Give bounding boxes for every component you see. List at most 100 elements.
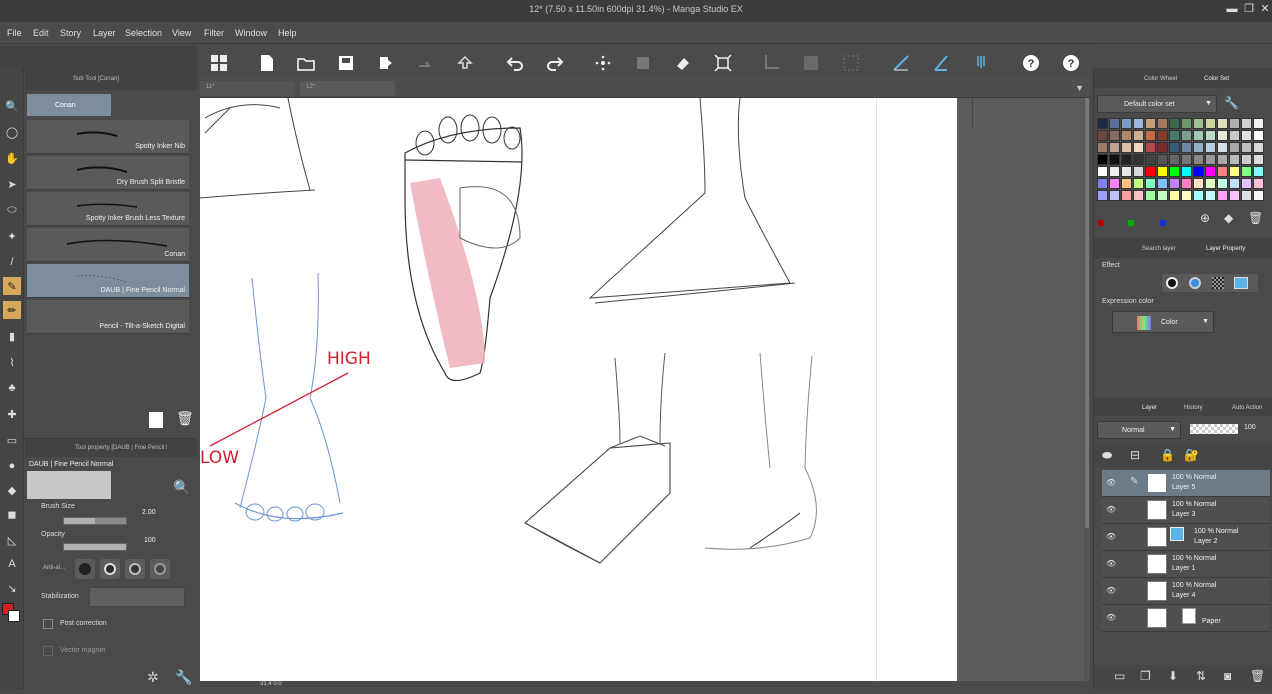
color-swatch[interactable] [1229, 130, 1240, 141]
wrench-icon[interactable]: 🔧 [1224, 96, 1239, 110]
export-icon[interactable] [375, 52, 397, 74]
decoration-icon[interactable]: ♣ [3, 379, 21, 397]
color-swatch[interactable] [1157, 118, 1168, 129]
tab-history[interactable]: History [1184, 405, 1203, 411]
brush-tool-icon[interactable]: ▮ [3, 327, 21, 345]
color-swatch[interactable] [1181, 154, 1192, 165]
subtool-group-tab[interactable]: Conan [27, 94, 111, 116]
color-swatch[interactable] [1109, 142, 1120, 153]
color-swatch[interactable] [1109, 130, 1120, 141]
color-swatch[interactable] [1157, 130, 1168, 141]
tab-color-set[interactable]: Color Set [1204, 76, 1229, 82]
sparkle-tool-icon[interactable]: ✚ [3, 405, 21, 423]
new-folder-icon[interactable]: ❐ [1140, 669, 1151, 683]
expression-color-select[interactable]: Color ▼ [1112, 311, 1214, 333]
color-swatch[interactable] [1145, 142, 1156, 153]
new-subtool-icon[interactable] [149, 412, 163, 428]
color-swatch[interactable] [1253, 154, 1264, 165]
chevron-down-icon[interactable]: ▼ [1075, 83, 1084, 93]
color-swatch[interactable] [1217, 130, 1228, 141]
color-swatch[interactable] [1205, 154, 1216, 165]
antialias-strong-button[interactable] [150, 559, 170, 579]
eye-icon[interactable]: 👁 [1106, 560, 1116, 568]
color-swatch[interactable] [1157, 178, 1168, 189]
color-swatch[interactable] [1205, 178, 1216, 189]
sparkle-icon[interactable] [592, 52, 614, 74]
color-swatch[interactable] [1241, 118, 1252, 129]
gradient-tool-icon[interactable]: ◼ [3, 505, 21, 523]
eraser-tool-icon[interactable]: ▭ [3, 431, 21, 449]
eye-icon[interactable]: 👁 [1106, 614, 1116, 622]
grid-icon[interactable] [208, 52, 230, 74]
clip-icon[interactable]: ⬬ [1102, 448, 1112, 463]
color-swatch[interactable] [1109, 166, 1120, 177]
color-swatch[interactable] [1109, 118, 1120, 129]
color-swatch[interactable] [1217, 154, 1228, 165]
swatch-marker-blue[interactable] [1160, 220, 1166, 226]
color-swatch[interactable] [1217, 190, 1228, 201]
delete-color-icon[interactable]: 🗑 [1248, 211, 1263, 225]
color-swatch[interactable] [1241, 190, 1252, 201]
subtool-item[interactable]: Pencil - Tilt-a-Sketch Digital [27, 300, 189, 334]
layer-row[interactable]: 👁 100 % Normal Layer 4 [1102, 578, 1270, 605]
color-swatch[interactable] [1229, 154, 1240, 165]
merge-down-icon[interactable]: ⬇ [1168, 669, 1178, 683]
color-swatch[interactable] [1121, 154, 1132, 165]
color-swatch[interactable] [1157, 154, 1168, 165]
reference-icon[interactable]: ⊟ [1130, 448, 1140, 462]
menu-edit[interactable]: Edit [33, 22, 49, 38]
color-swatch[interactable] [1109, 178, 1120, 189]
color-swatch[interactable] [1109, 154, 1120, 165]
eye-icon[interactable]: 👁 [1106, 533, 1116, 541]
color-swatch[interactable] [1217, 178, 1228, 189]
tab-search-layer[interactable]: Search layer [1142, 246, 1176, 252]
menu-layer[interactable]: Layer [93, 22, 116, 38]
text-tool-icon[interactable]: A [3, 555, 21, 573]
delete-subtool-icon[interactable]: 🗑 [176, 410, 194, 427]
color-swatch[interactable] [1109, 190, 1120, 201]
delete-layer-icon[interactable]: 🗑 [1250, 669, 1265, 683]
layer-row[interactable]: 👁 Paper [1102, 605, 1270, 632]
color-swatch[interactable] [1133, 118, 1144, 129]
color-swatch[interactable] [1133, 190, 1144, 201]
color-set-select[interactable]: Default color set ▼ [1097, 95, 1217, 113]
save-icon[interactable] [335, 52, 357, 74]
color-swatch[interactable] [1169, 178, 1180, 189]
perspective-icon[interactable] [930, 52, 952, 74]
layer-row[interactable]: 👁 ✎ 100 % Normal Layer 5 [1102, 470, 1270, 497]
eye-icon[interactable]: 👁 [1106, 587, 1116, 595]
color-swatch[interactable] [1145, 154, 1156, 165]
border-effect-icon[interactable] [1166, 277, 1178, 289]
scale-icon[interactable] [712, 52, 734, 74]
redo-icon[interactable] [544, 52, 566, 74]
undo-icon[interactable] [504, 52, 526, 74]
menu-window[interactable]: Window [235, 22, 267, 38]
search-icon[interactable]: 🔍 [173, 479, 190, 496]
lasso-tool-icon[interactable]: ⬭ [3, 201, 21, 219]
color-swatch[interactable] [1181, 190, 1192, 201]
color-swatch[interactable] [1181, 118, 1192, 129]
blend-tool-icon[interactable]: ◆ [3, 481, 21, 499]
antialias-mid-button[interactable] [125, 559, 145, 579]
upload-icon[interactable] [454, 52, 476, 74]
snap-icon[interactable] [970, 52, 992, 74]
color-swatch[interactable] [1241, 178, 1252, 189]
transfer-icon[interactable]: ⇅ [1196, 669, 1206, 683]
fill-tool-icon[interactable]: ● [3, 457, 21, 475]
restore-button[interactable]: ❐ [1242, 2, 1256, 16]
color-swatch[interactable] [1241, 130, 1252, 141]
color-swatch[interactable] [1145, 166, 1156, 177]
color-swatch[interactable] [1145, 118, 1156, 129]
color-swatch[interactable] [1229, 142, 1240, 153]
color-swatch[interactable] [1193, 118, 1204, 129]
hand-tool-icon[interactable]: ✋ [3, 149, 21, 167]
pencil-tool-icon[interactable]: ✏ [3, 301, 21, 319]
color-swatch[interactable] [1097, 142, 1108, 153]
color-swatch[interactable] [1181, 142, 1192, 153]
pen-tool-icon[interactable]: ✎ [3, 277, 21, 295]
vector-magnet-checkbox[interactable] [43, 646, 53, 656]
swatch-marker-red[interactable] [1098, 220, 1104, 226]
color-swatch[interactable] [1217, 118, 1228, 129]
color-swatch[interactable] [1229, 166, 1240, 177]
color-swatch[interactable] [1241, 142, 1252, 153]
